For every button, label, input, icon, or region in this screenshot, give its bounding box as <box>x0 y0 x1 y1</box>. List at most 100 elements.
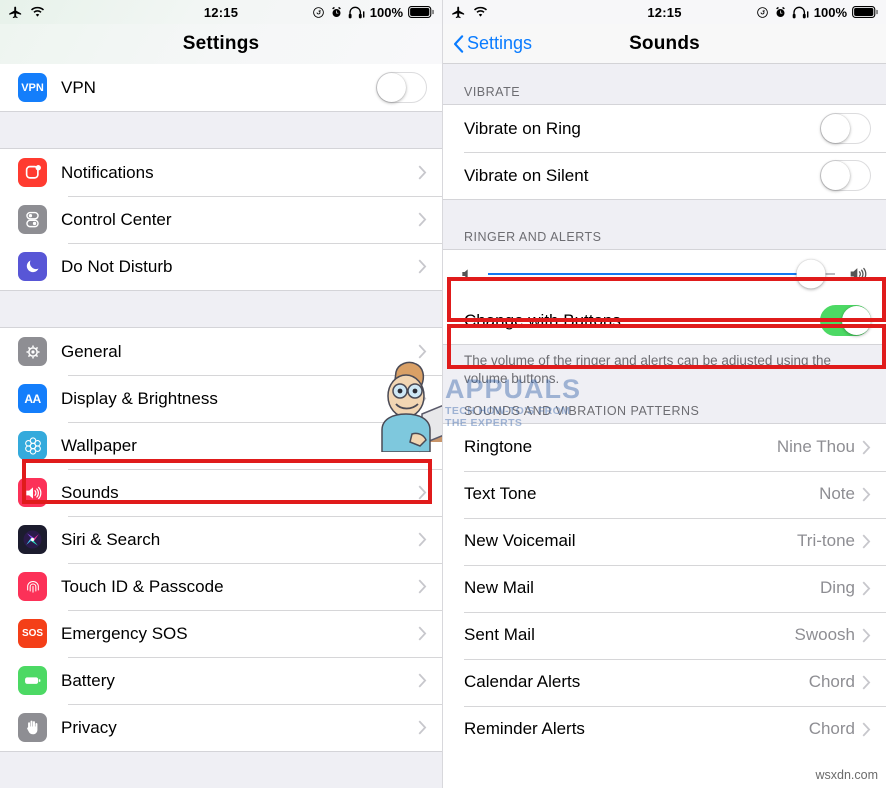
page-title: Settings <box>182 33 260 54</box>
chevron-right-icon <box>418 485 427 500</box>
settings-row-value: Tri-tone <box>797 531 855 551</box>
settings-row-new-voicemail[interactable]: New Voicemail Tri-tone <box>443 517 886 565</box>
settings-row-text-tone[interactable]: Text Tone Note <box>443 470 886 518</box>
control-center-icon <box>18 205 47 234</box>
settings-navbar: Settings <box>0 24 442 64</box>
change-with-buttons-toggle[interactable] <box>820 305 871 336</box>
settings-row-privacy[interactable]: Privacy <box>0 704 442 751</box>
settings-row-value: Note <box>819 484 855 504</box>
display-brightness-icon-label: AA <box>24 391 41 406</box>
section-gap <box>0 111 442 149</box>
settings-row-label: General <box>61 341 122 361</box>
settings-row-label: Control Center <box>61 209 172 229</box>
settings-row-label: Wallpaper <box>61 435 137 455</box>
ringer-volume-slider[interactable] <box>488 259 835 288</box>
speaker-high-icon <box>848 264 870 284</box>
notifications-group: Notifications Control Center Do Not Dist… <box>0 149 442 290</box>
settings-row-do-not-disturb[interactable]: Do Not Disturb <box>0 243 442 290</box>
settings-row-siri-search[interactable]: Siri & Search <box>0 516 442 563</box>
chevron-right-icon <box>418 438 427 453</box>
settings-row-label: Calendar Alerts <box>464 672 581 692</box>
siri-icon <box>18 525 47 554</box>
general-gear-icon <box>18 337 47 366</box>
settings-row-value: Chord <box>808 719 855 739</box>
section-header-ringer-and-alerts: RINGER AND ALERTS <box>443 223 886 249</box>
settings-row-label: Reminder Alerts <box>464 719 585 739</box>
settings-row-label: Vibrate on Silent <box>464 165 589 185</box>
slider-fill <box>488 272 811 275</box>
settings-row-label: Change with Buttons <box>464 310 621 330</box>
settings-screen: 12:15 100% Settings VPN VPN Notification… <box>0 0 443 788</box>
chevron-right-icon <box>418 259 427 274</box>
chevron-right-icon <box>862 628 871 643</box>
vibrate-on-ring-toggle[interactable] <box>820 113 871 144</box>
vpn-toggle[interactable] <box>376 72 427 103</box>
settings-row-change-with-buttons[interactable]: Change with Buttons <box>443 297 886 344</box>
section-gap <box>0 290 442 328</box>
settings-row-calendar-alerts[interactable]: Calendar Alerts Chord <box>443 658 886 706</box>
settings-row-label: Display & Brightness <box>61 388 218 408</box>
touch-id-icon <box>18 572 47 601</box>
settings-row-ringtone[interactable]: Ringtone Nine Thou <box>443 423 886 471</box>
settings-row-control-center[interactable]: Control Center <box>0 196 442 243</box>
chevron-right-icon <box>862 440 871 455</box>
chevron-right-icon <box>418 579 427 594</box>
toggle-knob <box>821 161 850 190</box>
settings-row-wallpaper[interactable]: Wallpaper <box>0 422 442 469</box>
chevron-right-icon <box>862 534 871 549</box>
settings-row-value: Swoosh <box>794 625 855 645</box>
settings-row-vibrate-on-ring[interactable]: Vibrate on Ring <box>443 105 886 152</box>
chevron-right-icon <box>862 675 871 690</box>
chevron-right-icon <box>418 344 427 359</box>
slider-knob[interactable] <box>796 259 826 288</box>
chevron-right-icon <box>418 212 427 227</box>
patterns-group: Ringtone Nine Thou Text Tone Note New Vo… <box>443 422 886 753</box>
vibrate-group: Vibrate on Ring Vibrate on Silent <box>443 104 886 199</box>
vibrate-on-silent-toggle[interactable] <box>820 160 871 191</box>
vpn-icon-label: VPN <box>21 81 44 94</box>
emergency-sos-icon: SOS <box>18 619 47 648</box>
battery-settings-icon <box>18 666 47 695</box>
site-watermark: wsxdn.com <box>815 768 878 782</box>
status-bar-clock: 12:15 <box>647 4 682 20</box>
settings-row-emergency-sos[interactable]: SOS Emergency SOS <box>0 610 442 657</box>
ringer-volume-slider-row[interactable] <box>443 250 886 297</box>
settings-row-sounds[interactable]: Sounds <box>0 469 442 516</box>
settings-row-display-brightness[interactable]: AA Display & Brightness <box>0 375 442 422</box>
settings-row-notifications[interactable]: Notifications <box>0 149 442 196</box>
section-gap-bottom <box>0 751 442 788</box>
chevron-right-icon <box>862 722 871 737</box>
settings-row-value: Chord <box>808 672 855 692</box>
settings-row-vibrate-on-silent[interactable]: Vibrate on Silent <box>443 152 886 199</box>
sounds-navbar: Settings Sounds <box>443 24 886 64</box>
settings-row-battery[interactable]: Battery <box>0 657 442 704</box>
chevron-right-icon <box>418 626 427 641</box>
chevron-right-icon <box>418 391 427 406</box>
chevron-right-icon <box>418 532 427 547</box>
section-gap <box>443 199 886 223</box>
settings-row-label: VPN <box>61 77 96 97</box>
settings-row-vpn[interactable]: VPN VPN <box>0 64 442 111</box>
ringer-group: Change with Buttons <box>443 249 886 344</box>
toggle-knob <box>377 73 406 102</box>
settings-row-reminder-alerts[interactable]: Reminder Alerts Chord <box>443 705 886 753</box>
settings-row-value: Ding <box>820 578 855 598</box>
settings-row-sent-mail[interactable]: Sent Mail Swoosh <box>443 611 886 659</box>
settings-row-general[interactable]: General <box>0 328 442 375</box>
sounds-speaker-icon <box>18 478 47 507</box>
settings-row-label: Text Tone <box>464 484 537 504</box>
general-group: General AA Display & Brightness Wallpape… <box>0 328 442 751</box>
chevron-right-icon <box>418 165 427 180</box>
settings-row-label: Battery <box>61 670 115 690</box>
settings-row-label: Emergency SOS <box>61 623 188 643</box>
top-gap <box>443 64 886 78</box>
settings-row-label: Notifications <box>61 162 154 182</box>
settings-row-label: Vibrate on Ring <box>464 118 581 138</box>
status-bar-right: 12:15 100% <box>443 0 886 24</box>
settings-row-touch-id-passcode[interactable]: Touch ID & Passcode <box>0 563 442 610</box>
settings-row-new-mail[interactable]: New Mail Ding <box>443 564 886 612</box>
vpn-icon: VPN <box>18 73 47 102</box>
settings-row-label: Do Not Disturb <box>61 256 173 276</box>
back-button[interactable]: Settings <box>453 33 532 54</box>
settings-row-value: Nine Thou <box>776 437 855 457</box>
